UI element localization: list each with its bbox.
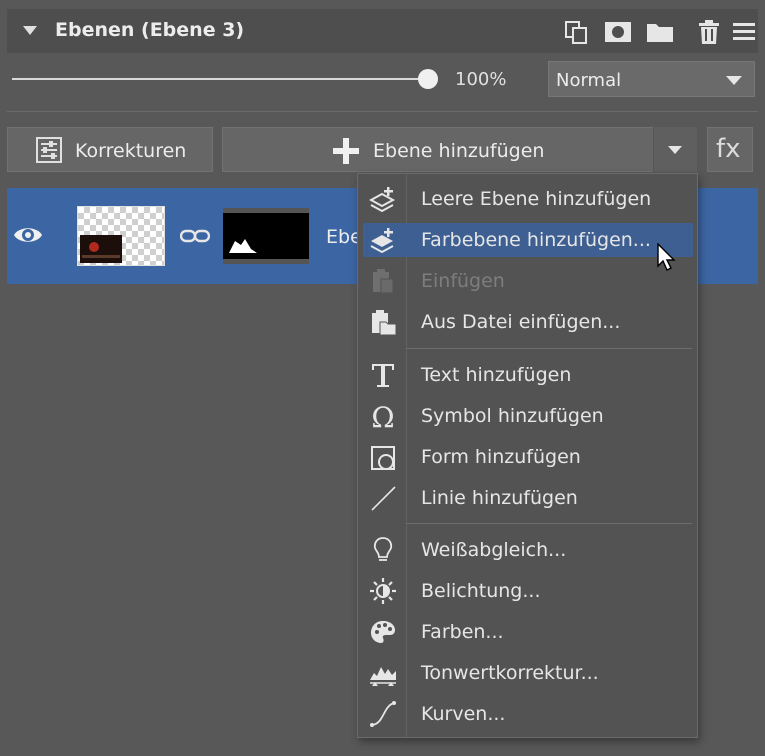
menu-item-color-layer[interactable]: Farbebene hinzufügen... xyxy=(363,223,693,257)
exposure-sun-icon xyxy=(370,578,396,604)
svg-text:Ω: Ω xyxy=(371,402,394,430)
menu-item-label: Kurven... xyxy=(421,703,506,725)
folder-icon[interactable] xyxy=(646,20,674,44)
link-chain-icon[interactable] xyxy=(180,228,210,244)
layer-mask-thumbnail[interactable] xyxy=(223,208,309,264)
menu-item-label: Einfügen xyxy=(421,270,505,292)
menu-item-paste-from-file[interactable]: Aus Datei einfügen... xyxy=(363,305,693,339)
collapse-triangle-icon[interactable] xyxy=(23,26,37,36)
blend-mode-select[interactable]: Normal xyxy=(548,61,755,97)
menu-item-add-symbol[interactable]: Ω Symbol hinzufügen xyxy=(363,399,693,433)
mask-shape xyxy=(229,239,257,253)
menu-item-colors[interactable]: Farben... xyxy=(363,615,693,649)
chevron-down-icon xyxy=(668,146,682,154)
divider xyxy=(7,111,758,112)
menu-item-empty-layer[interactable]: Leere Ebene hinzufügen xyxy=(363,182,693,216)
lightbulb-icon xyxy=(373,537,393,561)
menu-item-label: Weißabgleich... xyxy=(421,539,567,561)
text-icon xyxy=(372,364,394,387)
add-layer-menu: Leere Ebene hinzufügen Farbebene hinzufü… xyxy=(357,173,698,738)
color-layer-add-icon xyxy=(370,228,394,254)
menu-item-label: Farben... xyxy=(421,621,504,643)
layer-thumbnail[interactable] xyxy=(77,206,165,266)
eye-visibility-icon[interactable] xyxy=(13,224,43,246)
panel-title: Ebenen (Ebene 3) xyxy=(55,19,245,41)
shape-icon xyxy=(371,446,395,470)
hamburger-menu-icon[interactable] xyxy=(731,20,759,44)
duplicate-layer-icon[interactable] xyxy=(562,20,590,44)
opacity-value: 100% xyxy=(455,69,507,90)
plus-icon xyxy=(333,138,359,164)
adjustments-icon xyxy=(36,137,62,163)
palette-icon xyxy=(371,621,395,643)
menu-item-label: Text hinzufügen xyxy=(421,364,572,386)
mask-icon[interactable] xyxy=(604,20,632,44)
menu-item-label: Form hinzufügen xyxy=(421,446,581,468)
menu-item-label: Belichtung... xyxy=(421,580,541,602)
menu-item-label: Symbol hinzufügen xyxy=(421,405,604,427)
trash-icon[interactable] xyxy=(695,20,723,44)
menu-item-label: Leere Ebene hinzufügen xyxy=(421,188,652,210)
add-layer-label: Ebene hinzufügen xyxy=(373,140,545,162)
menu-item-exposure[interactable]: Belichtung... xyxy=(363,574,693,608)
menu-item-label: Tonwertkorrektur... xyxy=(421,662,599,684)
omega-symbol-icon: Ω xyxy=(371,402,394,430)
korrekturen-button[interactable]: Korrekturen xyxy=(7,127,213,172)
menu-item-levels[interactable]: Tonwertkorrektur... xyxy=(363,656,693,690)
layers-panel-header: Ebenen (Ebene 3) xyxy=(7,9,758,53)
layer-thumbnail-image xyxy=(80,235,122,263)
menu-item-label: Aus Datei einfügen... xyxy=(421,311,621,333)
menu-item-white-balance[interactable]: Weißabgleich... xyxy=(363,533,693,567)
fx-button[interactable]: fx xyxy=(707,127,753,172)
menu-item-add-shape[interactable]: Form hinzufügen xyxy=(363,440,693,474)
line-icon xyxy=(371,486,396,511)
blend-mode-value: Normal xyxy=(556,70,622,91)
mouse-cursor-icon xyxy=(657,243,676,271)
menu-item-curves[interactable]: Kurven... xyxy=(363,697,693,731)
empty-layer-add-icon xyxy=(369,187,396,213)
menu-separator xyxy=(406,348,692,349)
menu-item-label: Linie hinzufügen xyxy=(421,487,578,509)
levels-histogram-icon xyxy=(370,667,396,686)
menu-item-paste[interactable]: Einfügen xyxy=(363,264,693,298)
add-layer-dropdown-button[interactable] xyxy=(653,127,697,172)
menu-item-add-text[interactable]: Text hinzufügen xyxy=(363,358,693,392)
fx-label: fx xyxy=(716,134,741,164)
korrekturen-label: Korrekturen xyxy=(75,140,187,162)
menu-separator xyxy=(406,523,692,524)
curves-icon xyxy=(370,701,396,727)
add-layer-button[interactable]: Ebene hinzufügen xyxy=(222,127,697,172)
paste-from-file-icon xyxy=(372,310,397,336)
paste-icon xyxy=(373,269,394,294)
menu-item-label: Farbebene hinzufügen... xyxy=(421,229,651,251)
opacity-slider-handle[interactable] xyxy=(418,69,438,89)
menu-item-add-line[interactable]: Linie hinzufügen xyxy=(363,481,693,515)
opacity-slider-track[interactable] xyxy=(12,78,430,80)
chevron-down-icon xyxy=(726,76,742,85)
